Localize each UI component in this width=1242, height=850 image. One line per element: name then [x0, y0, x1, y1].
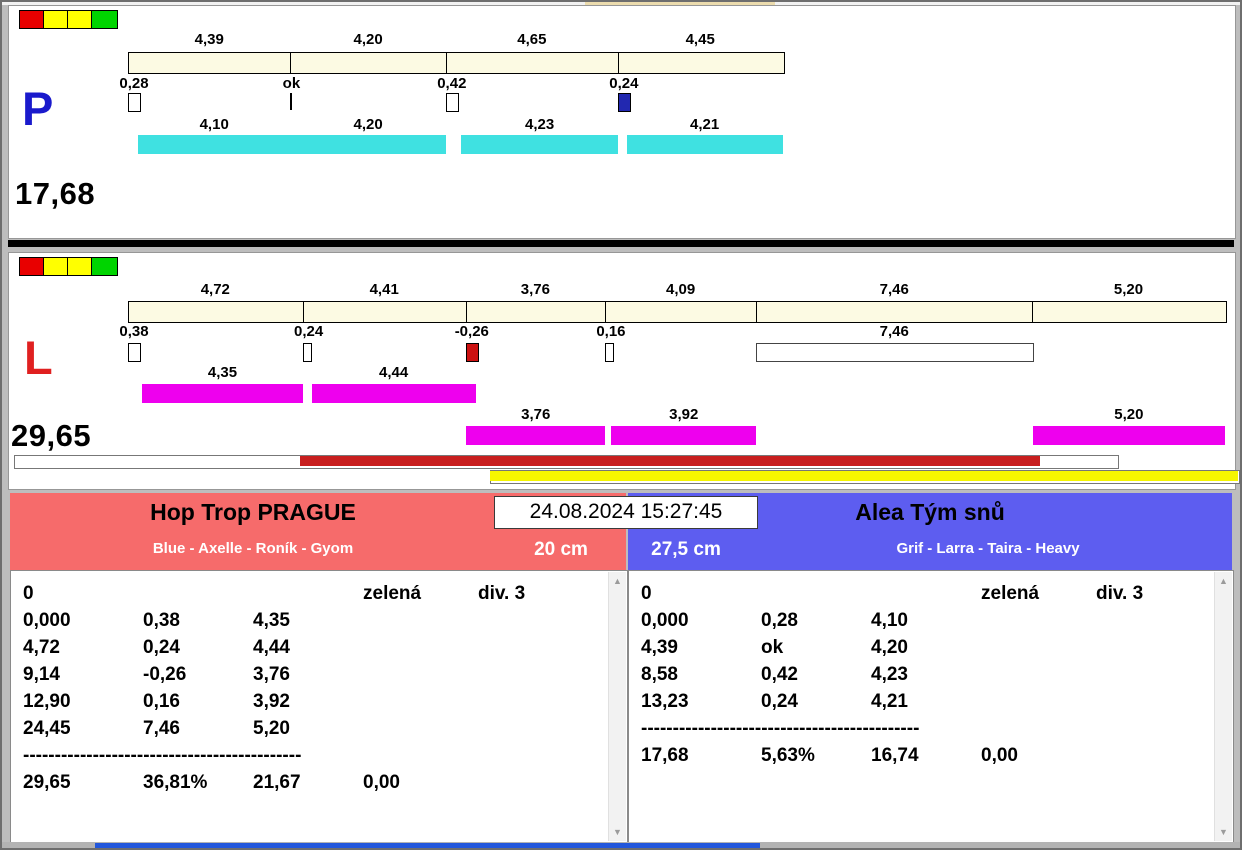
result-cell — [478, 770, 603, 796]
result-row: 13,23 0,24 4,21 — [641, 689, 1209, 715]
result-cell — [981, 608, 1096, 634]
result-row: 12,90 0,16 3,92 — [23, 689, 603, 715]
result-cell: 4,21 — [871, 691, 908, 712]
lane-panel-right-p — [8, 5, 1236, 239]
result-cell: 3,76 — [253, 664, 290, 685]
result-cell — [363, 716, 478, 742]
result-cell: 5,63% — [761, 745, 815, 766]
result-cell: 5,20 — [253, 718, 290, 739]
result-cell: zelená — [981, 583, 1040, 604]
result-cell: div. 3 — [478, 583, 526, 604]
taskbar-fragment — [95, 843, 760, 849]
result-cell — [871, 581, 981, 607]
result-cell — [363, 608, 478, 634]
result-cell: div. 3 — [1096, 583, 1144, 604]
result-row: 8,58 0,42 4,23 — [641, 662, 1209, 688]
team-members-left: Blue - Axelle - Roník - Gyom — [152, 540, 354, 557]
table-scrollbar[interactable]: ▲ ▼ — [608, 572, 626, 841]
result-cell: 12,90 — [23, 691, 71, 712]
lane-divider — [8, 240, 1234, 247]
result-cell — [363, 689, 478, 715]
result-row: 29,65 36,81% 21,67 0,00 — [23, 770, 603, 796]
result-cell: 24,45 — [23, 718, 71, 739]
result-cell — [1096, 608, 1209, 634]
result-cell: 0,00 — [981, 745, 1018, 766]
result-cell: 0,24 — [143, 637, 180, 658]
result-row: 0 zelená div. 3 — [641, 581, 1209, 607]
scroll-down-icon[interactable]: ▼ — [609, 824, 626, 840]
result-cell — [478, 635, 603, 661]
result-cell — [981, 689, 1096, 715]
result-cell — [1096, 743, 1209, 769]
result-row: 4,72 0,24 4,44 — [23, 635, 603, 661]
scroll-up-icon[interactable]: ▲ — [609, 573, 626, 589]
result-cell: 0,000 — [23, 610, 71, 631]
result-cell: 4,44 — [253, 637, 290, 658]
result-cell: 0,42 — [761, 664, 798, 685]
result-cell: -0,26 — [143, 664, 187, 685]
result-cell: 4,35 — [253, 610, 290, 631]
lane-panel-left-l — [8, 252, 1236, 490]
result-cell — [143, 581, 253, 607]
result-row: 0 zelená div. 3 — [23, 581, 603, 607]
result-row: 4,39 ok 4,20 — [641, 635, 1209, 661]
result-row: 0,000 0,38 4,35 — [23, 608, 603, 634]
result-cell: 0,00 — [363, 772, 400, 793]
result-cell: 4,39 — [641, 637, 678, 658]
result-cell — [478, 689, 603, 715]
result-cell: 4,20 — [871, 637, 908, 658]
result-cell: 0,28 — [761, 610, 798, 631]
results-table-right: ▲ ▼ 0 zelená div. 3 0,000 0,28 4,10 4,39 ok 4,20… — [628, 570, 1234, 843]
result-cell — [363, 635, 478, 661]
result-cell — [478, 662, 603, 688]
result-row: 24,45 7,46 5,20 — [23, 716, 603, 742]
result-row: 9,14 -0,26 3,76 — [23, 662, 603, 688]
table-scrollbar[interactable]: ▲ ▼ — [1214, 572, 1232, 841]
result-cell: 4,72 — [23, 637, 60, 658]
separator-row: ----------------------------------------… — [23, 745, 302, 766]
result-cell: 4,10 — [871, 610, 908, 631]
result-cell — [363, 662, 478, 688]
result-cell: 0,000 — [641, 610, 689, 631]
datetime-display: 24.08.2024 15:27:45 — [494, 496, 758, 529]
result-row: 17,68 5,63% 16,74 0,00 — [641, 743, 1209, 769]
result-cell: 0,38 — [143, 610, 180, 631]
result-cell — [478, 608, 603, 634]
jump-height-left: 20 cm — [534, 539, 588, 560]
team-name-left: Hop Trop PRAGUE — [150, 499, 356, 525]
separator-row: ----------------------------------------… — [641, 718, 920, 739]
result-cell: 9,14 — [23, 664, 60, 685]
result-cell: 21,67 — [253, 772, 301, 793]
result-cell — [981, 635, 1096, 661]
result-cell — [253, 581, 363, 607]
result-cell: 0 — [641, 583, 652, 604]
result-cell: 0 — [23, 583, 34, 604]
result-row: 0,000 0,28 4,10 — [641, 608, 1209, 634]
result-cell — [1096, 689, 1209, 715]
result-cell: 7,46 — [143, 718, 180, 739]
result-cell — [761, 581, 871, 607]
team-members-right: Grif - Larra - Taira - Heavy — [896, 540, 1080, 557]
result-cell — [1096, 662, 1209, 688]
result-cell: 16,74 — [871, 745, 919, 766]
result-cell: 17,68 — [641, 745, 689, 766]
result-cell: 29,65 — [23, 772, 71, 793]
result-cell — [981, 662, 1096, 688]
result-cell: 3,92 — [253, 691, 290, 712]
result-cell: 8,58 — [641, 664, 678, 685]
results-table-left: ▲ ▼ 0 zelená div. 3 0,000 0,38 4,35 4,72 0,24 4,… — [10, 570, 628, 843]
result-cell: zelená — [363, 583, 422, 604]
scroll-up-icon[interactable]: ▲ — [1215, 573, 1232, 589]
jump-height-right: 27,5 cm — [651, 539, 721, 560]
result-cell: 36,81% — [143, 772, 208, 793]
result-cell: 0,16 — [143, 691, 180, 712]
result-cell — [478, 716, 603, 742]
result-cell: 0,24 — [761, 691, 798, 712]
result-cell: ok — [761, 637, 784, 658]
result-cell — [1096, 635, 1209, 661]
result-cell: 4,23 — [871, 664, 908, 685]
result-cell: 13,23 — [641, 691, 689, 712]
scroll-down-icon[interactable]: ▼ — [1215, 824, 1232, 840]
